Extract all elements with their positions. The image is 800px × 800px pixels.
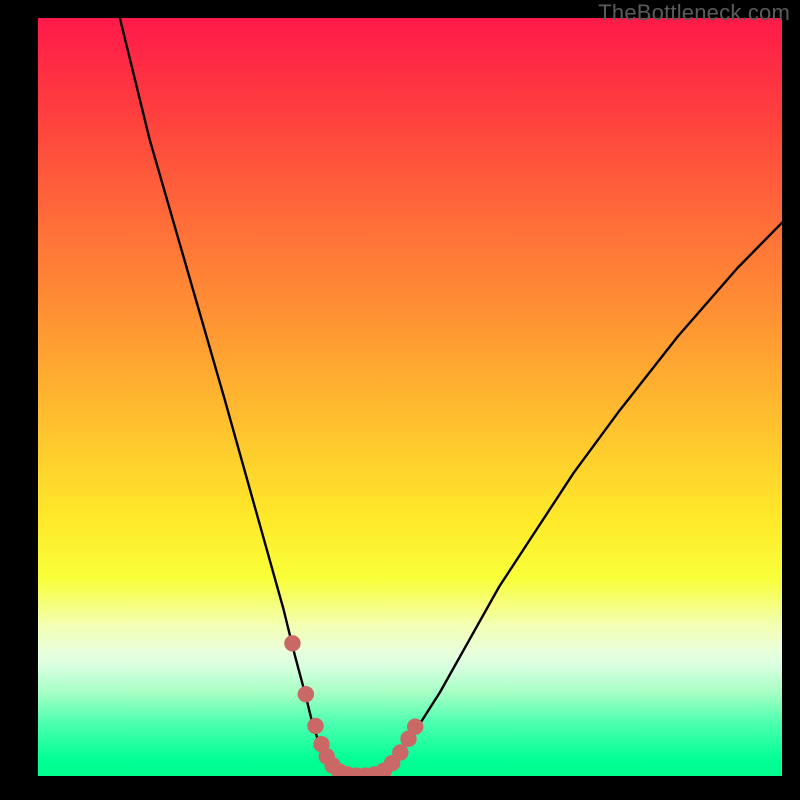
highlight-dot [392,744,408,760]
watermark-text: TheBottleneck.com [598,0,790,26]
marker-layer [284,635,423,776]
highlight-dot [407,719,423,735]
highlight-dot [298,686,314,702]
chart-svg [38,18,782,776]
chart-frame: TheBottleneck.com [0,0,800,800]
highlight-dot [284,635,300,651]
highlight-dot [307,718,323,734]
curve-layer [120,18,782,776]
bottleneck-curve [120,18,782,776]
plot-area [38,18,782,776]
